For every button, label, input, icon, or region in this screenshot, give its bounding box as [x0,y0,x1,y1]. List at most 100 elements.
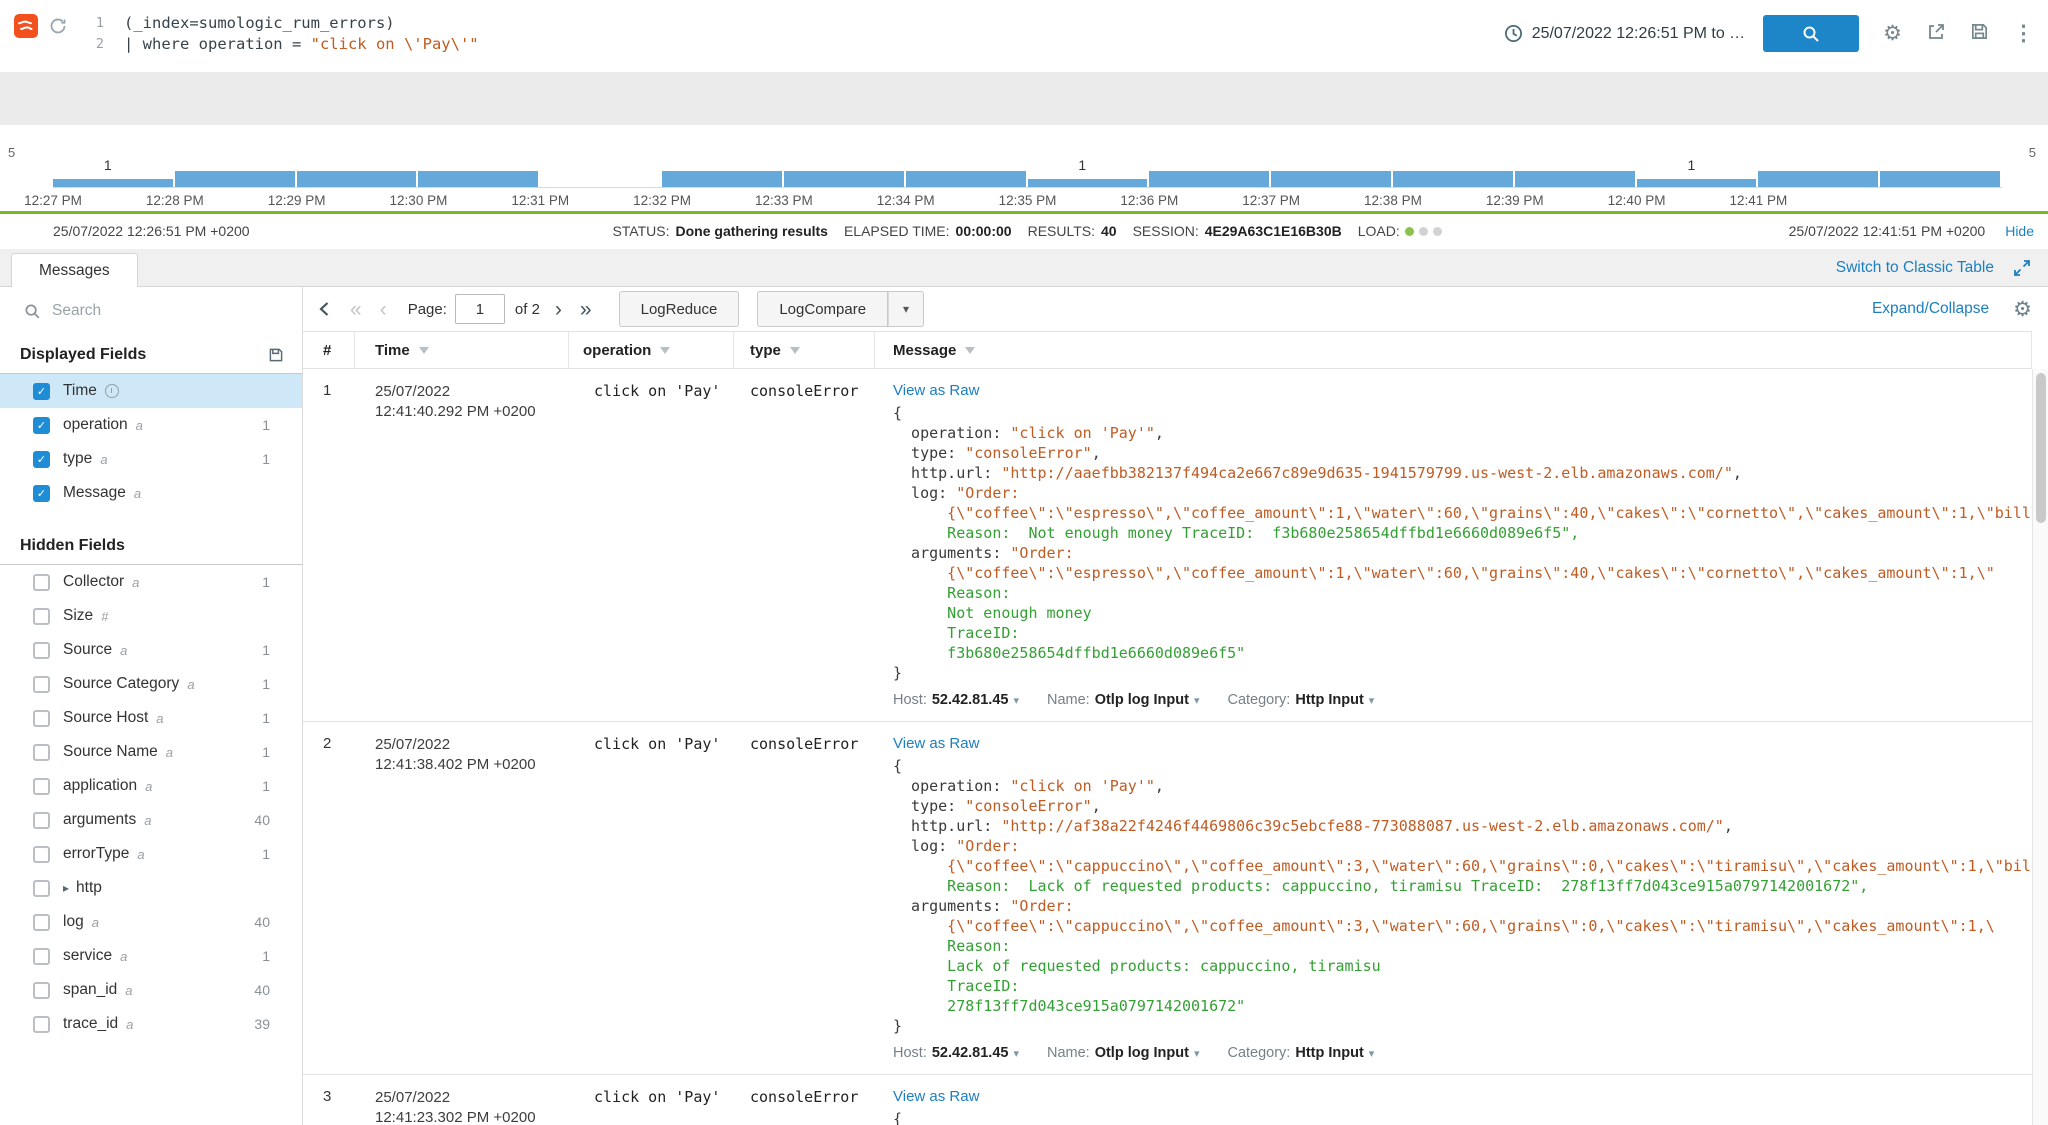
logcompare-dropdown-caret[interactable]: ▾ [888,291,925,327]
unchecked-checkbox[interactable] [33,811,50,829]
field-row-errortype[interactable]: errorType a 1 [0,837,302,871]
query-line[interactable]: | where operation = "click on \'Pay\'" [124,34,479,55]
unchecked-checkbox[interactable] [33,675,50,693]
vertical-scrollbar[interactable] [2032,369,2048,1125]
view-as-raw-link[interactable]: View as Raw [893,735,979,752]
column-filter-icon[interactable] [789,346,800,354]
field-row-source-category[interactable]: Source Category a 1 [0,667,302,701]
histogram-bar[interactable] [662,171,782,187]
logreduce-button[interactable]: LogReduce [618,291,740,327]
field-row-log[interactable]: log a 40 [0,905,302,939]
unchecked-checkbox[interactable] [33,607,50,625]
histogram-bar[interactable] [1880,171,2000,187]
field-row-http[interactable]: ▸ http [0,871,302,905]
prev-page-button[interactable]: ‹ [371,299,396,320]
unchecked-checkbox[interactable] [33,981,50,999]
field-row-trace_id[interactable]: trace_id a 39 [0,1007,302,1041]
column-header-message[interactable]: Message [875,332,2032,368]
scrollbar-thumb[interactable] [2036,373,2046,523]
histogram-bar[interactable] [1758,171,1879,187]
field-row-application[interactable]: application a 1 [0,769,302,803]
column-header-time[interactable]: Time [355,332,569,368]
page-number-input[interactable] [454,294,505,324]
histogram-bar[interactable] [1027,179,1148,187]
unchecked-checkbox[interactable] [33,743,50,761]
metadata-dropdown-caret-icon[interactable]: ▾ [1194,694,1200,707]
unchecked-checkbox[interactable] [33,573,50,591]
field-row-collector[interactable]: Collector a 1 [0,565,302,599]
tab-messages[interactable]: Messages [11,253,138,287]
checked-checkbox[interactable]: ✓ [33,416,50,434]
field-row-message[interactable]: ✓ Message a [0,476,302,510]
unchecked-checkbox[interactable] [33,641,50,659]
first-page-button[interactable]: « [341,299,371,320]
switch-to-classic-table-link[interactable]: Switch to Classic Table [1836,259,1994,277]
histogram-bar[interactable] [1514,171,1635,187]
back-arrow-icon[interactable] [313,299,341,319]
column-filter-icon[interactable] [660,346,671,354]
field-row-type[interactable]: ✓ type a 1 [0,442,302,476]
view-as-raw-link[interactable]: View as Raw [893,382,979,399]
more-options-kebab-icon[interactable]: ⋮ [2013,23,2034,44]
column-header-type[interactable]: type [734,332,875,368]
histogram-bar[interactable] [1636,179,1757,187]
field-row-arguments[interactable]: arguments a 40 [0,803,302,837]
column-filter-icon[interactable] [418,346,429,354]
table-settings-gear-icon[interactable]: ⚙ [2013,299,2032,320]
last-page-button[interactable]: » [571,299,601,320]
checked-checkbox[interactable]: ✓ [33,484,50,502]
metadata-dropdown-caret-icon[interactable]: ▾ [1369,694,1375,707]
histogram-bar[interactable] [296,171,417,187]
unchecked-checkbox[interactable] [33,879,50,897]
query-history-icon[interactable] [48,16,68,36]
query-line[interactable]: (_index=sumologic_rum_errors) [124,13,479,34]
time-range-button[interactable]: 25/07/2022 12:26:51 PM to … [1504,24,1745,43]
query-editor[interactable]: 1 (_index=sumologic_rum_errors) 2 | where o… [88,12,479,55]
unchecked-checkbox[interactable] [33,1015,50,1033]
next-page-button[interactable]: › [546,299,571,320]
histogram-bar[interactable] [1271,171,1391,187]
field-row-size[interactable]: Size # [0,599,302,633]
expand-caret-icon[interactable]: ▸ [63,881,69,895]
search-run-button[interactable] [1763,15,1860,52]
column-filter-icon[interactable] [965,346,976,354]
settings-gear-icon[interactable]: ⚙ [1883,23,1902,44]
histogram-bar[interactable] [1392,171,1513,187]
share-export-icon[interactable] [1926,22,1946,46]
metadata-dropdown-caret-icon[interactable]: ▾ [1013,694,1019,707]
histogram-bar[interactable] [53,179,173,187]
hide-histogram-link[interactable]: Hide [2005,223,2034,239]
field-row-time[interactable]: ✓ Time [0,374,302,408]
save-fields-icon[interactable] [268,347,284,363]
histogram-bar[interactable] [418,171,539,187]
field-row-source-name[interactable]: Source Name a 1 [0,735,302,769]
histogram-bar[interactable] [174,171,295,187]
field-row-source[interactable]: Source a 1 [0,633,302,667]
expand-collapse-link[interactable]: Expand/Collapse [1872,300,1989,318]
field-row-span_id[interactable]: span_id a 40 [0,973,302,1007]
column-header-operation[interactable]: operation [569,332,734,368]
metadata-dropdown-caret-icon[interactable]: ▾ [1013,1047,1019,1060]
checked-checkbox[interactable]: ✓ [33,450,50,468]
unchecked-checkbox[interactable] [33,709,50,727]
view-as-raw-link[interactable]: View as Raw [893,1088,979,1105]
expand-panel-icon[interactable] [2012,258,2032,278]
field-search-input[interactable] [52,302,252,320]
logcompare-button[interactable]: LogCompare [757,291,889,327]
sumo-logic-logo-icon[interactable] [14,14,38,38]
checked-checkbox[interactable]: ✓ [33,382,50,400]
unchecked-checkbox[interactable] [33,845,50,863]
column-header-num[interactable]: # [303,332,355,368]
field-row-source-host[interactable]: Source Host a 1 [0,701,302,735]
metadata-dropdown-caret-icon[interactable]: ▾ [1369,1047,1375,1060]
field-row-operation[interactable]: ✓ operation a 1 [0,408,302,442]
histogram-bar[interactable] [1149,171,1270,187]
save-icon[interactable] [1970,22,1989,45]
unchecked-checkbox[interactable] [33,777,50,795]
metadata-dropdown-caret-icon[interactable]: ▾ [1194,1047,1200,1060]
unchecked-checkbox[interactable] [33,947,50,965]
unchecked-checkbox[interactable] [33,913,50,931]
histogram-bar[interactable] [905,171,1026,187]
histogram-bar[interactable] [783,171,904,187]
field-row-service[interactable]: service a 1 [0,939,302,973]
